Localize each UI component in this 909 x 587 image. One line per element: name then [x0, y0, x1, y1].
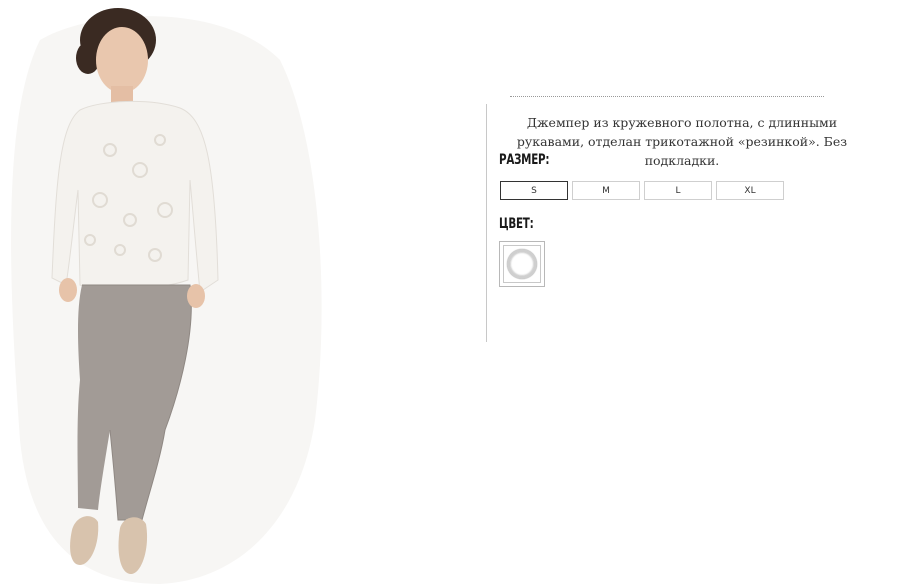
product-description: Джемпер из кружевного полотна, с длинным…	[516, 115, 848, 168]
color-label: ЦВЕТ:	[499, 216, 534, 232]
swatch-frame	[503, 245, 541, 283]
dotted-divider	[510, 96, 824, 97]
size-options: S M L XL	[500, 181, 784, 200]
vertical-divider	[486, 104, 487, 342]
product-photo	[0, 0, 330, 587]
white-circle-icon	[507, 249, 537, 279]
size-option-xl[interactable]: XL	[716, 181, 784, 200]
size-option-s[interactable]: S	[500, 181, 568, 200]
color-swatch-white[interactable]	[499, 241, 545, 287]
model-photo-icon	[11, 8, 322, 585]
product-details: Джемпер из кружевного полотна, с длинным…	[486, 0, 896, 587]
size-option-m[interactable]: M	[572, 181, 640, 200]
size-option-l[interactable]: L	[644, 181, 712, 200]
size-label: РАЗМЕР:	[499, 152, 550, 168]
